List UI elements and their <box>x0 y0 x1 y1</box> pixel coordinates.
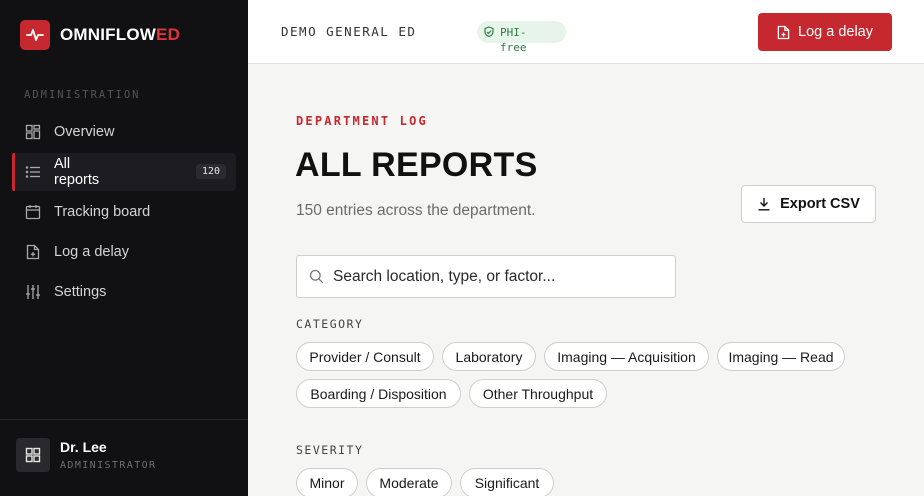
sidebar: OMNIFLOWED ADMINISTRATION Overview All r… <box>0 0 248 496</box>
main-content: DEPARTMENT LOG ALL REPORTS 150 entries a… <box>248 64 924 496</box>
brand-name-accent: ED <box>156 25 181 44</box>
chip-provider-consult[interactable]: Provider / Consult <box>296 342 434 371</box>
category-label: CATEGORY <box>296 317 364 331</box>
sidebar-item-label: Tracking board <box>54 204 151 220</box>
eyebrow-label: DEPARTMENT LOG <box>296 114 428 128</box>
download-icon <box>757 197 771 211</box>
export-csv-button[interactable]: Export CSV <box>741 185 876 223</box>
shield-check-icon <box>483 26 495 41</box>
search-box[interactable] <box>296 255 676 298</box>
user-name: Dr. Lee <box>60 439 107 455</box>
chip-imaging-acquisition[interactable]: Imaging — Acquisition <box>544 342 709 371</box>
phi-badge-label: PHI-free <box>500 26 527 54</box>
chip-other-throughput[interactable]: Other Throughput <box>469 379 607 408</box>
section-label: ADMINISTRATION <box>24 89 141 101</box>
department-name: DEMO GENERAL ED <box>281 24 417 39</box>
avatar <box>16 438 50 472</box>
chip-laboratory[interactable]: Laboratory <box>442 342 536 371</box>
brand-name-main: OMNIFLOW <box>60 25 157 44</box>
brand[interactable]: OMNIFLOWED <box>20 20 180 50</box>
sidebar-item-overview[interactable]: Overview <box>12 113 236 151</box>
sidebar-nav: Overview All reports 120 Tracking board … <box>12 113 236 313</box>
chip-boarding-disposition[interactable]: Boarding / Disposition <box>296 379 461 408</box>
log-delay-button[interactable]: Log a delay <box>758 13 892 51</box>
search-input[interactable] <box>333 267 653 286</box>
search-icon <box>309 269 324 284</box>
export-csv-label: Export CSV <box>780 196 860 212</box>
user-profile[interactable]: Dr. Lee ADMINISTRATOR <box>0 419 248 496</box>
sidebar-item-label: Settings <box>54 284 107 300</box>
sidebar-item-log-a-delay[interactable]: Log a delay <box>12 233 236 271</box>
page-title: ALL REPORTS <box>295 146 538 184</box>
file-plus-icon <box>777 25 790 40</box>
file-plus-icon <box>24 243 42 261</box>
user-role: ADMINISTRATOR <box>60 460 157 471</box>
chip-minor[interactable]: Minor <box>296 468 358 496</box>
sidebar-item-label: Log a delay <box>54 244 129 260</box>
grid-avatar-icon <box>25 447 41 463</box>
sidebar-item-tracking-board[interactable]: Tracking board <box>12 193 236 231</box>
sidebar-item-all-reports[interactable]: All reports 120 <box>12 153 236 191</box>
chip-moderate[interactable]: Moderate <box>366 468 452 496</box>
dashboard-icon <box>24 123 42 141</box>
severity-label: SEVERITY <box>296 443 364 457</box>
calendar-icon <box>24 203 42 221</box>
count-badge: 120 <box>195 164 226 179</box>
list-icon <box>24 163 42 181</box>
brand-name: OMNIFLOWED <box>60 25 180 45</box>
top-bar: DEMO GENERAL ED PHI-free Log a delay <box>248 0 924 64</box>
sidebar-item-label: Overview <box>54 124 115 140</box>
log-delay-button-label: Log a delay <box>798 24 873 40</box>
page-subtitle: 150 entries across the department. <box>296 202 536 219</box>
sidebar-item-label: All reports <box>54 156 100 188</box>
chip-imaging-read[interactable]: Imaging — Read <box>717 342 845 371</box>
sliders-icon <box>24 283 42 301</box>
phi-badge: PHI-free <box>477 21 566 54</box>
pulse-icon <box>20 20 50 50</box>
sidebar-item-settings[interactable]: Settings <box>12 273 236 311</box>
chip-significant[interactable]: Significant <box>460 468 554 496</box>
